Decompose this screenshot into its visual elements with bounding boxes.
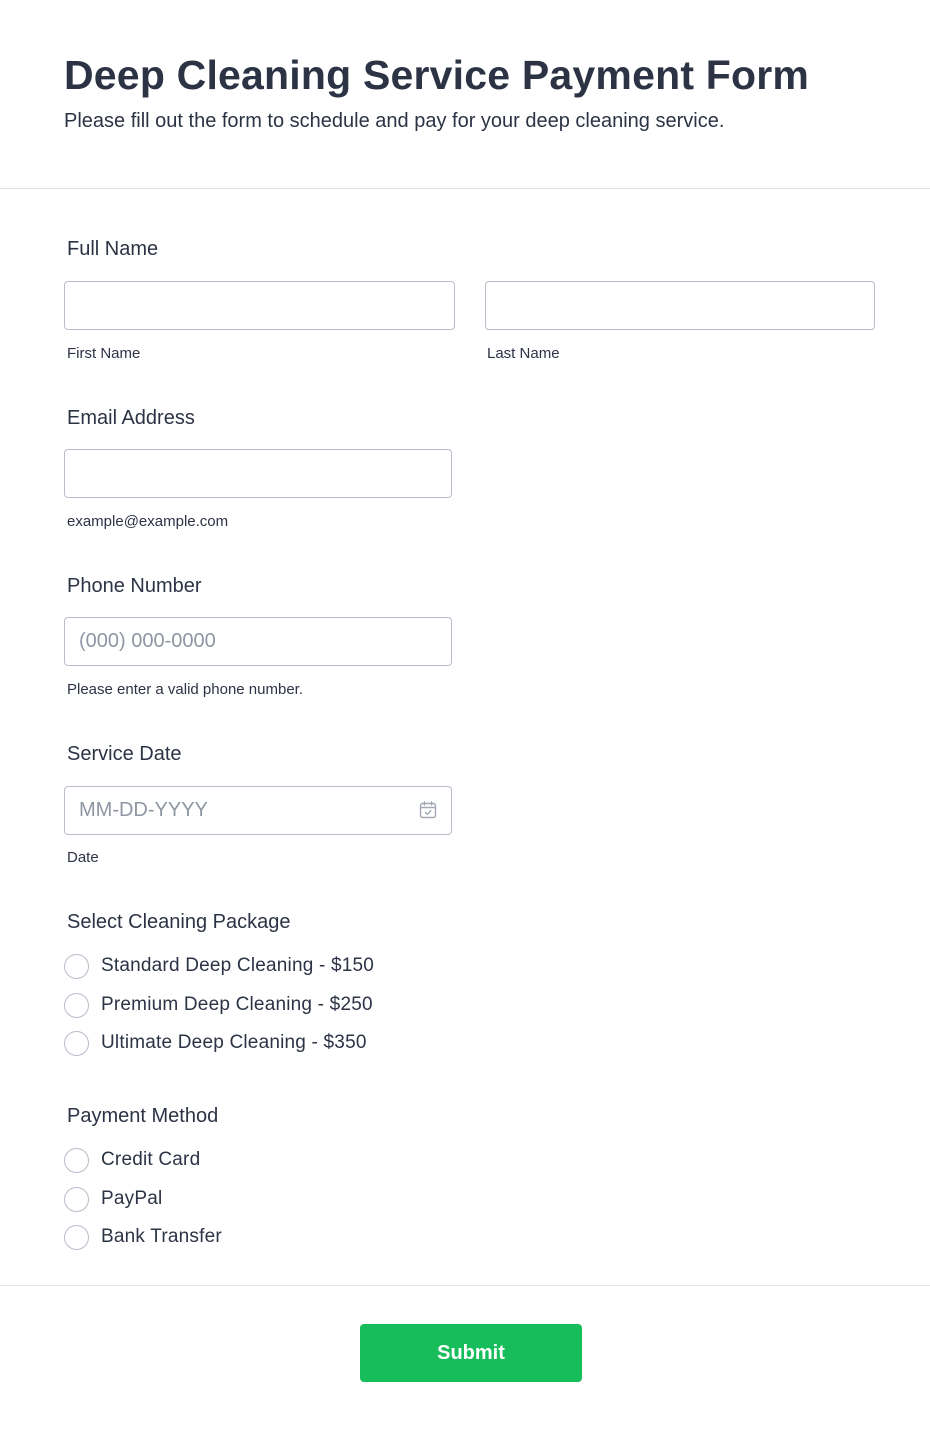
payment-option-credit-card[interactable]: Credit Card (64, 1146, 200, 1174)
package-option-label: Standard Deep Cleaning - $150 (101, 955, 375, 976)
payment-label: Payment Method (67, 1105, 219, 1127)
package-option-premium[interactable]: Premium Deep Cleaning - $250 (64, 991, 373, 1019)
email-sublabel: example@example.com (67, 513, 229, 530)
package-option-standard[interactable]: Standard Deep Cleaning - $150 (64, 952, 374, 980)
package-option-ultimate[interactable]: Ultimate Deep Cleaning - $350 (64, 1029, 367, 1057)
payment-option-paypal[interactable]: PayPal (64, 1185, 162, 1213)
form-title: Deep Cleaning Service Payment Form (64, 52, 810, 98)
phone-input[interactable] (64, 617, 452, 666)
last-name-sublabel: Last Name (487, 345, 560, 362)
radio-button[interactable] (64, 1147, 89, 1173)
service-date-label: Service Date (67, 743, 182, 765)
package-label: Select Cleaning Package (67, 911, 291, 933)
radio-button[interactable] (64, 1186, 89, 1212)
calendar-icon[interactable] (418, 800, 438, 820)
phone-sublabel: Please enter a valid phone number. (67, 681, 303, 698)
form-header: Deep Cleaning Service Payment Form Pleas… (0, 0, 930, 189)
service-date-sublabel: Date (67, 849, 99, 866)
radio-button[interactable] (64, 953, 89, 979)
package-option-label: Ultimate Deep Cleaning - $350 (101, 1032, 367, 1053)
payment-option-label: Credit Card (101, 1149, 201, 1170)
radio-button[interactable] (64, 1030, 89, 1056)
submit-button[interactable]: Submit (360, 1324, 582, 1382)
phone-label: Phone Number (67, 575, 202, 597)
payment-option-label: Bank Transfer (101, 1226, 222, 1247)
form-subtitle: Please fill out the form to schedule and… (64, 110, 725, 132)
last-name-input[interactable] (485, 281, 875, 330)
first-name-sublabel: First Name (67, 345, 141, 362)
payment-option-bank-transfer[interactable]: Bank Transfer (64, 1223, 222, 1251)
first-name-input[interactable] (64, 281, 455, 330)
email-label: Email Address (67, 407, 195, 429)
full-name-label: Full Name (67, 238, 159, 260)
footer-divider (0, 1285, 930, 1286)
package-option-label: Premium Deep Cleaning - $250 (101, 994, 373, 1015)
service-date-input[interactable] (64, 786, 452, 835)
radio-button[interactable] (64, 992, 89, 1018)
radio-button[interactable] (64, 1224, 89, 1250)
email-input[interactable] (64, 449, 452, 498)
payment-option-label: PayPal (101, 1188, 163, 1209)
